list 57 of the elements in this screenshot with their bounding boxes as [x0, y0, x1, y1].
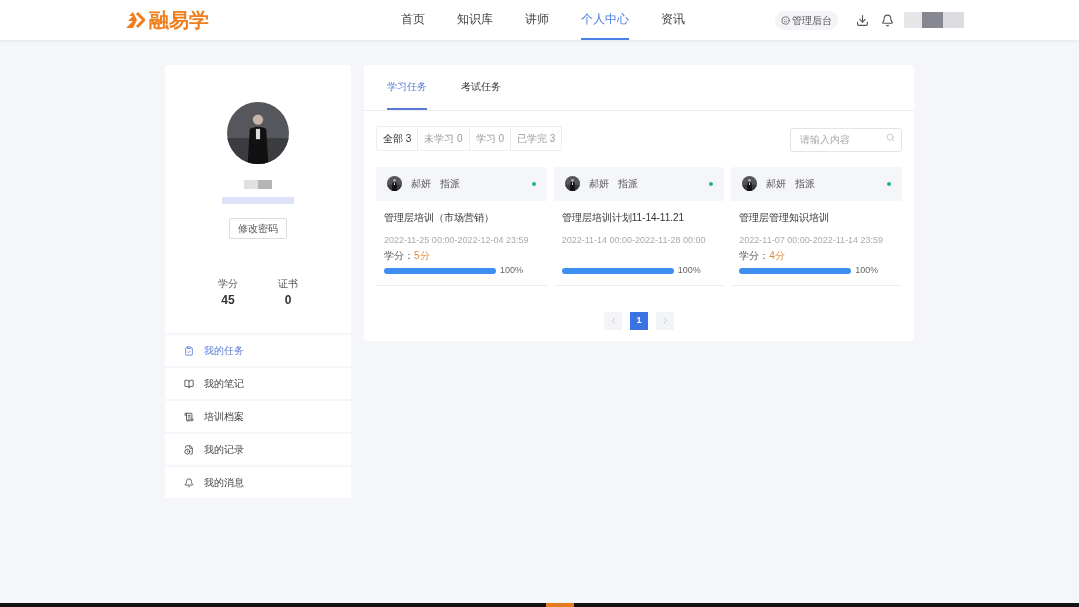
menu-item[interactable]: 我的任务: [165, 335, 351, 366]
blurred-account: [222, 197, 294, 204]
download-icon[interactable]: [856, 13, 869, 27]
progress-percent: 100%: [677, 264, 701, 277]
nav-link[interactable]: 首页: [401, 0, 425, 40]
document-icon: [184, 444, 194, 455]
task-title: 管理层培训计划11-14-11.21: [561, 210, 686, 225]
nav-link[interactable]: 个人中心: [581, 0, 629, 40]
stat-value: 0: [284, 292, 292, 309]
assigner-name: 郝妍: [766, 177, 787, 191]
change-password-button[interactable]: 修改密码: [229, 218, 287, 239]
nav-link[interactable]: 资讯: [661, 0, 685, 40]
progress-percent: 100%: [855, 264, 879, 277]
assign-label: 指派: [795, 177, 816, 191]
task-card[interactable]: 郝妍 指派 管理层培训计划11-14-11.21 2022-11-14 00:00-2022-11-28 00:00 100%: [553, 166, 725, 286]
task-period: 2022-11-25 00:00-2022-12-04 23:59: [384, 233, 530, 247]
assigner-name: 郝妍: [411, 177, 431, 191]
clipboard-icon: [184, 345, 194, 356]
blurred-name: [244, 180, 272, 189]
assigner-name: 郝妍: [588, 177, 609, 191]
nav-link[interactable]: 讲师: [525, 0, 549, 40]
admin-button[interactable]: 管理后台: [775, 10, 838, 30]
menu-item[interactable]: 培训档案: [165, 401, 351, 432]
task-card[interactable]: 郝妍 指派 管理层管理知识培训 2022-11-07 00:00-2022-11-14 23:59 学分：4分 100%: [731, 166, 902, 286]
stat-label: 学分: [218, 277, 238, 291]
task-card[interactable]: 郝妍 指派 管理层培训（市场营销） 2022-11-25 00:00-2022-12-04 23:59 学分：5分 100%: [376, 166, 547, 286]
tab[interactable]: 考试任务: [461, 65, 501, 110]
bell-icon: [184, 477, 194, 488]
search-icon: [886, 133, 895, 142]
logo-text: 融易学: [149, 8, 209, 33]
stat-value: 45: [221, 292, 235, 309]
credit-value: 4分: [769, 250, 785, 261]
book-icon: [184, 378, 194, 389]
task-title: 管理层培训（市场营销）: [384, 210, 495, 225]
stat-label: 证书: [278, 277, 298, 291]
progress-percent: 100%: [500, 264, 524, 277]
credit-label: 学分：: [739, 250, 770, 261]
task-title: 管理层管理知识培训: [739, 210, 831, 225]
logo-icon: [125, 10, 145, 30]
menu-item[interactable]: 我的笔记: [165, 368, 351, 399]
assign-label: 指派: [440, 177, 460, 191]
menu-item[interactable]: 我的消息: [165, 467, 351, 498]
smile-icon: [781, 15, 790, 25]
filter-button[interactable]: 全部 3: [377, 127, 418, 151]
notification-icon[interactable]: [881, 13, 894, 27]
nav-link[interactable]: 知识库: [457, 0, 493, 40]
menu-item[interactable]: 我的记录: [165, 434, 351, 465]
document-icon: [184, 411, 194, 422]
search-field[interactable]: 请输入内容: [790, 127, 902, 152]
credit-label: 学分：: [384, 250, 414, 261]
assign-label: 指派: [617, 177, 638, 191]
task-period: 2022-11-07 00:00-2022-11-14 23:59: [739, 233, 885, 247]
page-button[interactable]: 1: [630, 311, 648, 330]
task-period: 2022-11-14 00:00-2022-11-28 00:00: [561, 233, 707, 247]
blurred-avatar: [904, 12, 964, 28]
tab[interactable]: 学习任务: [387, 65, 427, 110]
credit-value: 5分: [414, 250, 430, 261]
